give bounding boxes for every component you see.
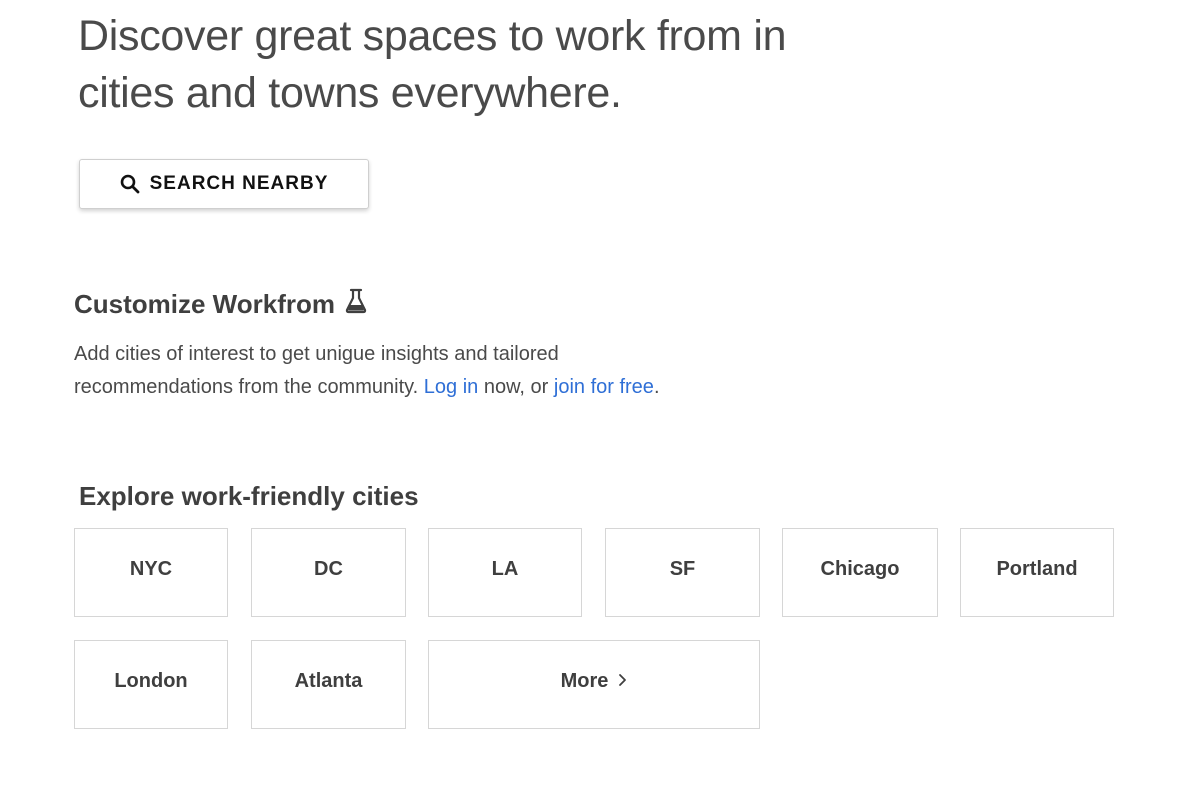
customize-description: Add cities of interest to get unigue ins… (74, 338, 714, 404)
customize-title-text: Customize Workfrom (74, 289, 335, 319)
chevron-right-icon (618, 670, 627, 693)
hero-title: Discover great spaces to work from in ci… (78, 12, 787, 117)
city-tile-london[interactable]: London (74, 640, 228, 729)
city-tile-dc[interactable]: DC (251, 528, 406, 617)
page: Discover great spaces to work from in ci… (0, 0, 1178, 788)
join-link[interactable]: join for free (554, 376, 654, 398)
customize-text-after: . (653, 376, 660, 398)
city-tile-atlanta[interactable]: Atlanta (251, 640, 406, 729)
search-nearby-button[interactable]: SEARCH NEARBY (79, 159, 369, 209)
login-link[interactable]: Log in (424, 376, 479, 398)
search-nearby-label: SEARCH NEARBY (149, 173, 329, 194)
customize-text-middle: now, or (478, 376, 554, 398)
city-tile-nyc[interactable]: NYC (74, 528, 228, 617)
city-tile-chicago[interactable]: Chicago (782, 528, 938, 617)
more-cities-content: More (561, 670, 628, 693)
city-tile-la[interactable]: LA (428, 528, 582, 617)
explore-title: Explore work-friendly cities (79, 481, 419, 511)
more-cities-button[interactable]: More (428, 640, 760, 729)
city-tile-portland[interactable]: Portland (960, 528, 1114, 617)
search-icon (120, 174, 140, 194)
more-cities-label: More (560, 670, 609, 692)
city-tile-sf[interactable]: SF (605, 528, 760, 617)
customize-title: Customize Workfrom (74, 288, 367, 321)
flask-icon (345, 288, 367, 321)
